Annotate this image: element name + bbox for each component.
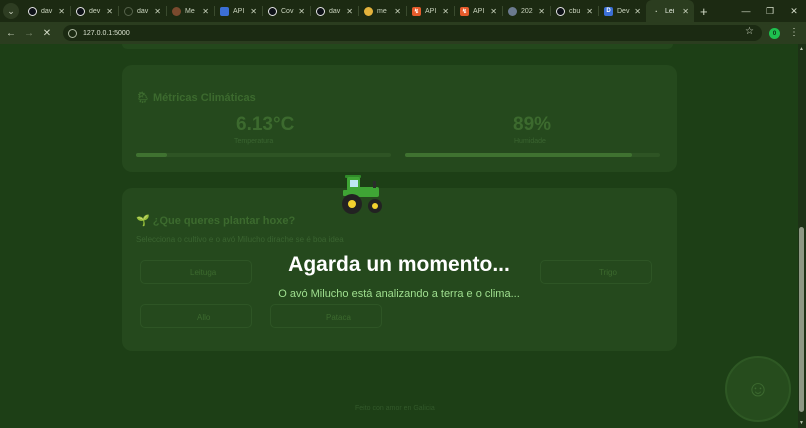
extension-icon[interactable]: 0 [769,28,780,39]
tab-close-icon[interactable]: ✕ [58,7,65,16]
tractor-icon [342,175,382,214]
browser-tab[interactable]: dav ✕ [22,0,70,22]
browser-tab[interactable]: dev ✕ [70,0,118,22]
browser-menu-icon[interactable]: ⋮ [789,27,799,38]
browser-tab[interactable]: ↯ API ✕ [406,0,454,22]
tab-close-icon[interactable]: ✕ [490,7,497,16]
browser-tab[interactable]: 202 ✕ [502,0,550,22]
github-icon [316,6,325,16]
tab-title: dav [329,7,341,15]
tab-strip: ⌄ dav ✕ dev ✕ dav ✕ Me ✕ API ✕ Cov ✕ dav ✕ me ✕ ↯ API ✕ ↯ AP… [0,0,806,22]
tab-close-icon[interactable]: ✕ [442,7,449,16]
tab-close-icon[interactable]: ✕ [106,7,113,16]
restore-icon[interactable]: ❐ [758,6,782,17]
url-field[interactable]: 127.0.0.1:5000 ☆ [63,25,762,41]
browser-tab[interactable]: · Lei ✕ [646,0,694,22]
loading-overlay: Agarda un momento... O avó Milucho está … [0,44,798,428]
new-tab-button[interactable]: + [700,4,708,19]
loading-subtitle: O avó Milucho está analizando a terra e … [278,288,520,300]
bookmark-star-icon[interactable]: ☆ [745,26,754,37]
tab-title: cbu [569,7,581,15]
tab-title: Cov [281,7,294,15]
url-text[interactable]: 127.0.0.1:5000 [83,30,130,37]
swagger-icon: ↯ [460,6,469,16]
github-icon [28,6,37,16]
github-icon [556,6,565,16]
tab-search-icon[interactable]: ⌄ [3,3,19,19]
app-icon [172,6,181,16]
tab-title: 202 [521,7,533,15]
tab-title: Dev [617,7,630,15]
tab-title: dav [41,7,53,15]
globe-icon [508,6,517,16]
tab-close-icon[interactable]: ✕ [298,7,305,16]
loading-title: Agarda un momento... [288,253,510,276]
page-scrollbar[interactable]: ▲ ▼ [798,44,806,428]
tab-title: API [425,7,437,15]
github-icon [268,6,277,16]
swagger-icon: ↯ [412,6,421,16]
browser-tab[interactable]: cbu ✕ [550,0,598,22]
scroll-down-icon[interactable]: ▼ [799,420,804,426]
github-icon [76,6,85,16]
tab-title: me [377,7,387,15]
tab-close-icon[interactable]: ✕ [346,7,353,16]
browser-tab[interactable]: Cov ✕ [262,0,310,22]
api-icon [220,6,229,16]
tab-close-icon[interactable]: ✕ [634,7,641,16]
tab-title: Lei [665,7,675,15]
forward-icon[interactable]: → [20,28,38,39]
scrollbar-thumb[interactable] [799,227,804,412]
browser-tab[interactable]: D Dev ✕ [598,0,646,22]
tab-title: API [473,7,485,15]
scroll-up-icon[interactable]: ▲ [799,46,804,52]
tab-close-icon[interactable]: ✕ [250,7,257,16]
browser-tab[interactable]: ↯ API ✕ [454,0,502,22]
browser-tab[interactable]: me ✕ [358,0,406,22]
browser-tab[interactable]: dav ✕ [118,0,166,22]
dev-icon: D [604,6,613,16]
close-window-icon[interactable]: ✕ [782,6,806,17]
tab-title: dav [137,7,149,15]
mascot-icon [364,6,373,16]
browser-tab[interactable]: Me ✕ [166,0,214,22]
blank-icon [124,6,133,16]
tab-title: Me [185,7,195,15]
address-bar: ← → ✕ 127.0.0.1:5000 ☆ 0 ⋮ [0,22,806,44]
minimize-icon[interactable]: — [734,6,758,16]
browser-tab[interactable]: dav ✕ [310,0,358,22]
tab-close-icon[interactable]: ✕ [154,7,161,16]
tab-close-icon[interactable]: ✕ [394,7,401,16]
back-icon[interactable]: ← [2,28,20,39]
site-info-icon[interactable] [68,28,77,38]
tab-title: dev [89,7,101,15]
tab-close-icon[interactable]: ✕ [682,7,689,16]
window-controls: — ❐ ✕ [734,0,806,22]
tab-close-icon[interactable]: ✕ [202,7,209,16]
tab-close-icon[interactable]: ✕ [538,7,545,16]
tab-title: API [233,7,245,15]
browser-tab[interactable]: API ✕ [214,0,262,22]
loading-icon: · [655,6,658,16]
tab-close-icon[interactable]: ✕ [586,7,593,16]
tabs: dav ✕ dev ✕ dav ✕ Me ✕ API ✕ Cov ✕ dav ✕ me ✕ ↯ API ✕ ↯ API ✕… [22,0,694,22]
stop-loading-icon[interactable]: ✕ [38,28,56,39]
